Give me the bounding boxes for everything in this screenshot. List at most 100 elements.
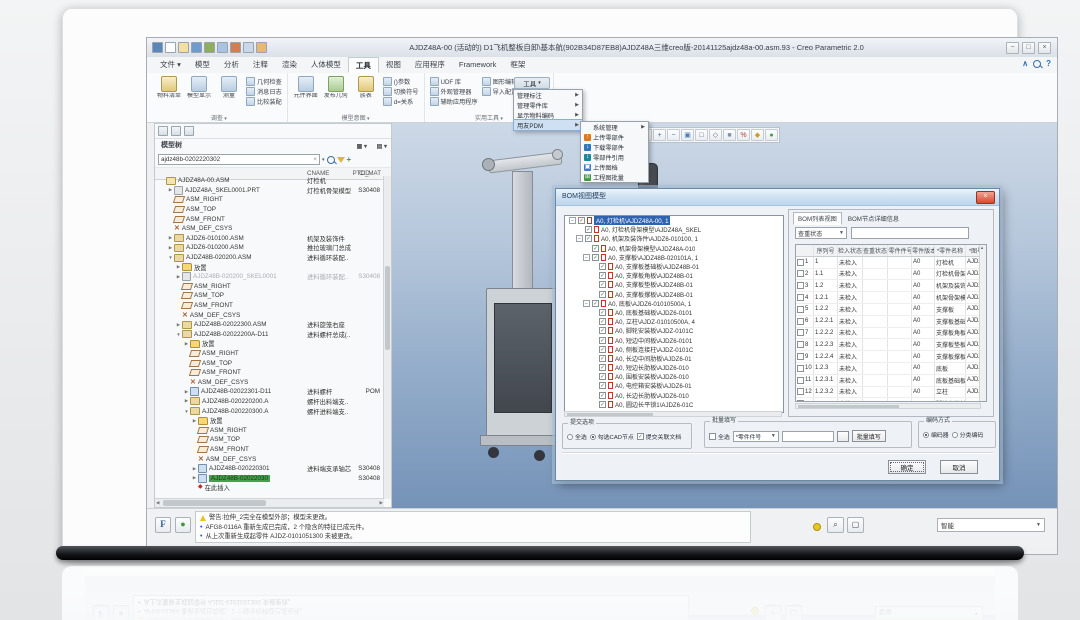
undo-icon[interactable] <box>204 42 215 53</box>
model-tree-row[interactable]: ▶AJDZ6-010100.ASM机架及装饰件 <box>155 234 384 244</box>
close-window-icon[interactable] <box>256 42 267 53</box>
外观管理器-button[interactable]: 外观管理器 <box>430 87 478 96</box>
column-header[interactable]: 检入状态 <box>838 245 863 256</box>
row-checkbox[interactable] <box>797 388 804 395</box>
bom-tree-row[interactable]: ✓A0, 支撑板基础板\AJDZ48B-01 <box>565 262 783 271</box>
checkbox-checked[interactable]: ✓ <box>585 226 592 233</box>
tab-渲染[interactable]: 渲染 <box>275 57 304 73</box>
bom-tree-row[interactable]: ✓A0, 侧板连接柱\AJDZ-0101C <box>565 345 783 354</box>
collapsed-arrow-icon[interactable]: ▶ <box>175 264 182 270</box>
model-tree-row[interactable]: ▶AJDZ6-010200.ASM推拉玻璃门总成 <box>155 243 384 253</box>
app-icon[interactable] <box>152 42 163 53</box>
menu-item-用友PDM[interactable]: 用友PDM▶ <box>514 120 582 130</box>
辅助应用程序-button[interactable]: 辅助应用程序 <box>430 97 478 106</box>
expanded-arrow-icon[interactable]: ▼ <box>175 332 182 337</box>
checkbox-submit-related-docs[interactable]: ✓ <box>637 433 644 440</box>
windows-icon[interactable] <box>243 42 254 53</box>
row-checkbox[interactable] <box>797 329 804 336</box>
bom-tree-row[interactable]: ✓A0, 短边中间板\AJDZ6-0101 <box>565 335 783 344</box>
tools-dropdown-button[interactable]: 工具▾ <box>514 77 550 89</box>
model-tree-row[interactable]: ASM_RIGHT <box>155 195 384 205</box>
checkbox-checked[interactable]: ✓ <box>599 346 606 353</box>
checkbox-select-all[interactable] <box>709 433 716 440</box>
bom-table-row[interactable]: 11未检入A0灯检机AJDZ4 <box>796 257 986 269</box>
model-tree-row[interactable]: ▶AJDZ48B-02022300.ASM进料旋笼右座 <box>155 320 384 330</box>
dialog-title-bar[interactable]: BOM视图模型 <box>556 189 999 206</box>
radio-勾选CAD节点[interactable] <box>590 434 596 440</box>
tree-columns-icon[interactable]: ▦ ▾ <box>357 141 367 154</box>
row-checkbox[interactable] <box>797 353 804 360</box>
bom-tab-BOM节点详细信息[interactable]: BOM节点详细信息 <box>843 212 904 225</box>
collapsed-arrow-icon[interactable]: ▶ <box>183 341 190 347</box>
model-tree-row[interactable]: ✕ASM_DEF_CSYS <box>155 377 384 387</box>
collapsed-arrow-icon[interactable]: ▶ <box>183 389 190 395</box>
spin-center-icon[interactable]: ● <box>765 129 778 141</box>
submenu-item-工程图批量[interactable]: ⊞工程图批量 <box>581 172 648 182</box>
collapsed-arrow-icon[interactable]: ▶ <box>191 466 198 472</box>
几何检查-button[interactable]: 几何检查 <box>246 77 282 86</box>
submenu-item-系统管理[interactable]: 系统管理▶ <box>581 122 648 132</box>
batch-value-input[interactable] <box>782 431 834 442</box>
collapse-icon[interactable]: − <box>583 300 590 307</box>
model-tree-row[interactable]: ▼AJDZ48B-020200.ASM进料循环装配.. <box>155 253 384 263</box>
column-header[interactable]: *零件版本 <box>912 245 935 256</box>
d=关系-button[interactable]: d=关系 <box>383 97 419 106</box>
tab-分析[interactable]: 分析 <box>217 57 246 73</box>
model-tree-row[interactable]: ASM_FRONT <box>155 301 384 311</box>
batch-fill-button[interactable]: 批量填写 <box>852 430 886 442</box>
model-tree-row[interactable]: ▶AJDZ48B-02022030S30408 <box>155 473 384 483</box>
bom-tree-row[interactable]: ✓A0, 圆边长平锁1\AJDZ6-01C <box>565 400 783 409</box>
checkbox-checked[interactable]: ✓ <box>599 318 606 325</box>
checkbox-checked[interactable]: ✓ <box>599 373 606 380</box>
model-tree-row[interactable]: ASM_TOP <box>155 291 384 301</box>
collapsed-arrow-icon[interactable]: ▶ <box>167 245 174 251</box>
collapsed-arrow-icon[interactable]: ▶ <box>167 235 174 241</box>
row-checkbox[interactable] <box>797 270 804 277</box>
collapsed-arrow-icon[interactable]: ▶ <box>175 274 182 280</box>
cad-model-joint[interactable] <box>482 158 495 171</box>
tree-settings-icon[interactable]: ▤ ▾ <box>377 141 387 154</box>
show-icon[interactable] <box>158 126 168 136</box>
menu-item-管理标注[interactable]: 管理标注▶ <box>514 90 582 100</box>
bom-table-row[interactable]: 31.2未检入A0机架及装饰件AJDZ6- <box>796 280 986 292</box>
bom-tree-row[interactable]: ✓A0, 围板安装板\AJDZ6-010 <box>565 372 783 381</box>
checkbox-checked[interactable]: ✓ <box>599 263 606 270</box>
checkbox-checked[interactable]: ✓ <box>599 392 606 399</box>
ok-button[interactable]: 确定 <box>888 460 926 474</box>
submenu-item-上传零部件[interactable]: ↑上传零部件 <box>581 132 648 142</box>
favorites-icon[interactable] <box>184 126 194 136</box>
cad-model-platform[interactable] <box>480 435 566 446</box>
model-tree-row[interactable]: ASM_FRONT <box>155 368 384 378</box>
model-tree-row[interactable]: ASM_TOP <box>155 205 384 215</box>
模型显示-button[interactable]: 模型显示 <box>186 75 212 113</box>
cad-model-panel[interactable] <box>494 303 552 413</box>
chevron-down-icon[interactable]: ▾ <box>322 155 325 165</box>
bom-tree-row[interactable]: ✓A0, 短边长肋板\AJDZ6-010 <box>565 363 783 372</box>
checkbox-checked[interactable]: ✓ <box>585 235 592 242</box>
cad-model-column[interactable] <box>512 171 533 291</box>
model-tree-row[interactable]: ASM_RIGHT <box>155 349 384 359</box>
display-style-icon[interactable]: □ <box>695 129 708 141</box>
table-horizontal-scrollbar[interactable] <box>795 403 981 409</box>
model-tree-row[interactable]: ▶AJDZ48B-020220301进料端支承轴芯S30408 <box>155 464 384 474</box>
tab-视图[interactable]: 视图 <box>379 57 408 73</box>
bom-table-row[interactable]: 121.2.3.2未检入A0立柱AJDZ-0 <box>796 387 986 399</box>
checkbox-checked[interactable]: ✓ <box>592 254 599 261</box>
bom-tree-row[interactable]: ✓A0, 电控箱安装板\AJDZ6-01 <box>565 381 783 390</box>
close-button[interactable]: × <box>1038 42 1051 54</box>
collapse-icon[interactable]: − <box>569 217 576 224</box>
发布几何-button[interactable]: 发布几何 <box>323 75 349 113</box>
model-tree-row[interactable]: AJDZ48A-00.ASM灯检机 <box>155 176 384 186</box>
row-checkbox[interactable] <box>797 365 804 372</box>
checkbox-checked[interactable]: ✓ <box>592 300 599 307</box>
collapsed-arrow-icon[interactable]: ▶ <box>191 475 198 481</box>
column-header[interactable]: *零件件号 <box>888 245 912 256</box>
()参数-button[interactable]: ()参数 <box>383 77 419 86</box>
annotation-display-icon[interactable]: ◆ <box>751 129 764 141</box>
command-search-icon[interactable] <box>1033 60 1041 68</box>
物料清单-button[interactable]: 物料清单 <box>156 75 182 113</box>
submenu-item-上传图档[interactable]: ▣上传图档 <box>581 162 648 172</box>
dialog-close-button[interactable]: × <box>976 191 995 204</box>
regenerate-icon[interactable] <box>230 42 241 53</box>
collapse-ribbon-icon[interactable]: ∧ <box>1022 59 1028 68</box>
